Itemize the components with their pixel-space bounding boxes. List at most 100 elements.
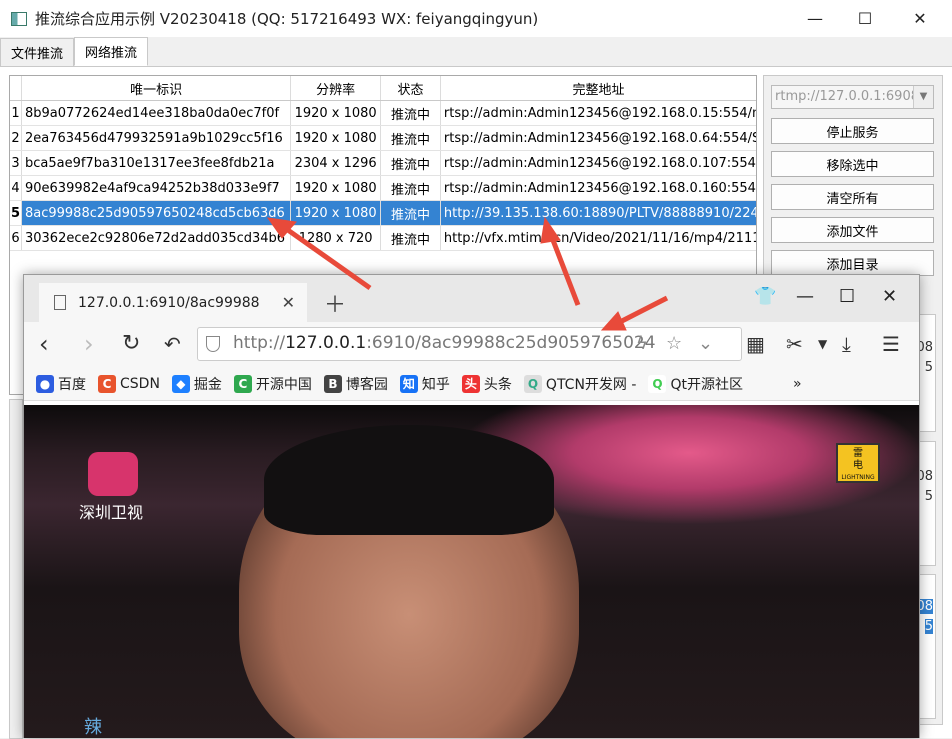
cell-resolution[interactable]: 1920 x 1080 (291, 201, 382, 225)
minimize-button[interactable]: — (792, 0, 838, 37)
maximize-button[interactable]: ☐ (842, 0, 888, 37)
address-bar[interactable]: http://127.0.0.1:6910/8ac99988c25d905976… (197, 327, 742, 361)
cell-resolution[interactable]: 1280 x 720 (291, 226, 382, 250)
add-folder-button[interactable]: 添加目录 (771, 250, 934, 276)
cell-id[interactable]: 90e639982e4af9ca94252b38d033e9f7 (22, 176, 292, 200)
undo-icon[interactable]: ↶ (164, 331, 181, 357)
cell-resolution[interactable]: 1920 x 1080 (291, 126, 382, 150)
stop-service-button[interactable]: 停止服务 (771, 118, 934, 144)
chevron-down-icon[interactable]: ⌄ (698, 333, 713, 354)
new-tab-icon[interactable]: ＋ (324, 287, 346, 319)
browser-tab-bar: 127.0.0.1:6910/8ac99988 ✕ ＋ 👕 — ☐ ✕ (24, 275, 919, 322)
cell-status[interactable]: 推流中 (381, 101, 441, 125)
reload-icon[interactable]: ↻ (122, 331, 140, 357)
bookmark-csdn[interactable]: C CSDN (98, 374, 160, 393)
tab-network-push[interactable]: 网络推流 (74, 37, 149, 66)
main-tabs: 文件推流 网络推流 (0, 37, 149, 66)
cell-status[interactable]: 推流中 (381, 176, 441, 200)
row-number: 3 (10, 151, 22, 175)
cell-id[interactable]: 8ac99988c25d90597650248cd5cb63d6 (22, 201, 292, 225)
cell-id[interactable]: 30362ece2c92806e72d2add035cd34b6 (22, 226, 292, 250)
table-row-selected[interactable]: 5 8ac99988c25d90597650248cd5cb63d6 1920 … (10, 201, 756, 226)
lightning-badge: 雷 电 LIGHTNING (836, 443, 880, 483)
channel-logo-icon (88, 452, 138, 496)
cell-id[interactable]: 8b9a0772624ed14ee318ba0da0ec7f0f (22, 101, 292, 125)
header-id[interactable]: 唯一标识 (22, 76, 292, 100)
app-window: 推流综合应用示例 V20230418 (QQ: 517216493 WX: fe… (0, 0, 952, 739)
url-rest: :6910/8ac99988c25d9059765024 (366, 333, 656, 353)
table-row[interactable]: 1 8b9a0772624ed14ee318ba0da0ec7f0f 1920 … (10, 101, 756, 126)
table-row[interactable]: 4 90e639982e4af9ca94252b38d033e9f7 1920 … (10, 176, 756, 201)
close-button[interactable]: ✕ (897, 0, 943, 37)
forward-icon[interactable]: › (84, 331, 94, 357)
clear-all-button[interactable]: 清空所有 (771, 184, 934, 210)
download-icon[interactable]: ⤓ (842, 331, 851, 357)
header-status[interactable]: 状态 (381, 76, 441, 100)
cell-url[interactable]: rtsp://admin:Admin123456@192.168.0.160:5… (441, 176, 756, 200)
cell-status[interactable]: 推流中 (381, 226, 441, 250)
video-player[interactable]: 深圳卫视 雷 电 LIGHTNING 辣 (24, 405, 919, 738)
header-url[interactable]: 完整地址 (441, 76, 756, 100)
menu-icon[interactable]: ☰ (882, 331, 900, 357)
qtcn-icon: Q (523, 374, 542, 393)
cell-id[interactable]: bca5ae9f7ba310e1317ee3fee8fdb21a (22, 151, 292, 175)
browser-tab[interactable]: 127.0.0.1:6910/8ac99988 ✕ (39, 283, 307, 322)
cell-url[interactable]: http://vfx.mtime.cn/Video/2021/11/16/mp4… (441, 226, 756, 250)
cell-url[interactable]: rtsp://admin:Admin123456@192.168.0.64:55… (441, 126, 756, 150)
add-file-button[interactable]: 添加文件 (771, 217, 934, 243)
tshirt-icon[interactable]: 👕 (754, 286, 776, 307)
row-number: 6 (10, 226, 22, 250)
header-resolution[interactable]: 分辨率 (291, 76, 382, 100)
bookmark-toutiao[interactable]: 头头条 (461, 374, 512, 394)
browser-maximize-icon[interactable]: ☐ (839, 286, 855, 307)
paw-icon: ● (36, 374, 54, 393)
badge-line: 雷 (853, 448, 863, 459)
apps-icon[interactable]: ▦ (746, 331, 765, 357)
cell-url[interactable]: http://39.135.138.60:18890/PLTV/88888910… (441, 201, 756, 225)
push-address-combo[interactable]: rtmp://127.0.0.1:6908 ▼ (771, 85, 934, 109)
browser-minimize-icon[interactable]: — (796, 286, 814, 307)
bookmark-qtcn[interactable]: Q QTCN开发网 - (523, 374, 636, 394)
video-hair (264, 425, 554, 535)
table-row[interactable]: 2 2ea763456d479932591a9b1029cc5f16 1920 … (10, 126, 756, 151)
cell-resolution[interactable]: 2304 x 1296 (291, 151, 382, 175)
scissors-icon[interactable]: ✂ (786, 331, 803, 357)
address-url[interactable]: http://127.0.0.1:6910/8ac99988c25d905976… (233, 333, 656, 353)
bookmark-baidu[interactable]: ● 百度 (36, 374, 86, 394)
row-number: 5 (10, 201, 22, 225)
star-icon[interactable]: ☆ (666, 333, 682, 354)
cell-status[interactable]: 推流中 (381, 201, 441, 225)
cell-resolution[interactable]: 1920 x 1080 (291, 101, 382, 125)
table-row[interactable]: 3 bca5ae9f7ba310e1317ee3fee8fdb21a 2304 … (10, 151, 756, 176)
window-title: 推流综合应用示例 V20230418 (QQ: 517216493 WX: fe… (35, 10, 539, 28)
back-icon[interactable]: ‹ (39, 331, 49, 357)
tab-close-icon[interactable]: ✕ (282, 293, 295, 312)
combo-value: rtmp://127.0.0.1:6908 (775, 89, 919, 104)
bookmark-label: 头条 (483, 376, 512, 393)
header-corner (10, 76, 22, 100)
table-header: 唯一标识 分辨率 状态 完整地址 (10, 76, 756, 101)
lightning-icon[interactable]: ϟ (636, 333, 648, 354)
cell-url[interactable]: rtsp://admin:Admin123456@192.168.0.107:5… (441, 151, 756, 175)
table-row[interactable]: 6 30362ece2c92806e72d2add035cd34b6 1280 … (10, 226, 756, 251)
tab-file-push[interactable]: 文件推流 (0, 38, 75, 66)
bookmarks-more-icon[interactable]: » (793, 376, 802, 392)
remove-selected-button[interactable]: 移除选中 (771, 151, 934, 177)
bookmark-zhihu[interactable]: 知知乎 (399, 374, 450, 394)
browser-close-icon[interactable]: ✕ (882, 286, 897, 307)
chevron-down-icon[interactable]: ▼ (913, 86, 933, 108)
cell-status[interactable]: 推流中 (381, 126, 441, 150)
bookmark-cnblogs[interactable]: B 博客园 (323, 374, 388, 394)
cell-url[interactable]: rtsp://admin:Admin123456@192.168.0.15:55… (441, 101, 756, 125)
cell-id[interactable]: 2ea763456d479932591a9b1029cc5f16 (22, 126, 292, 150)
bookmark-label: 开源中国 (255, 376, 312, 393)
browser-window: 127.0.0.1:6910/8ac99988 ✕ ＋ 👕 — ☐ ✕ ‹ › … (23, 274, 920, 738)
cell-resolution[interactable]: 1920 x 1080 (291, 176, 382, 200)
scissors-menu-icon[interactable]: ▼ (818, 331, 827, 357)
badge-line: 电 (853, 460, 863, 471)
cell-status[interactable]: 推流中 (381, 151, 441, 175)
url-prefix: http:// (233, 333, 286, 353)
bookmark-qt-community[interactable]: Q Qt开源社区 (648, 374, 743, 394)
bookmark-juejin[interactable]: ◆ 掘金 (171, 374, 222, 394)
bookmark-oschina[interactable]: C 开源中国 (233, 374, 312, 394)
